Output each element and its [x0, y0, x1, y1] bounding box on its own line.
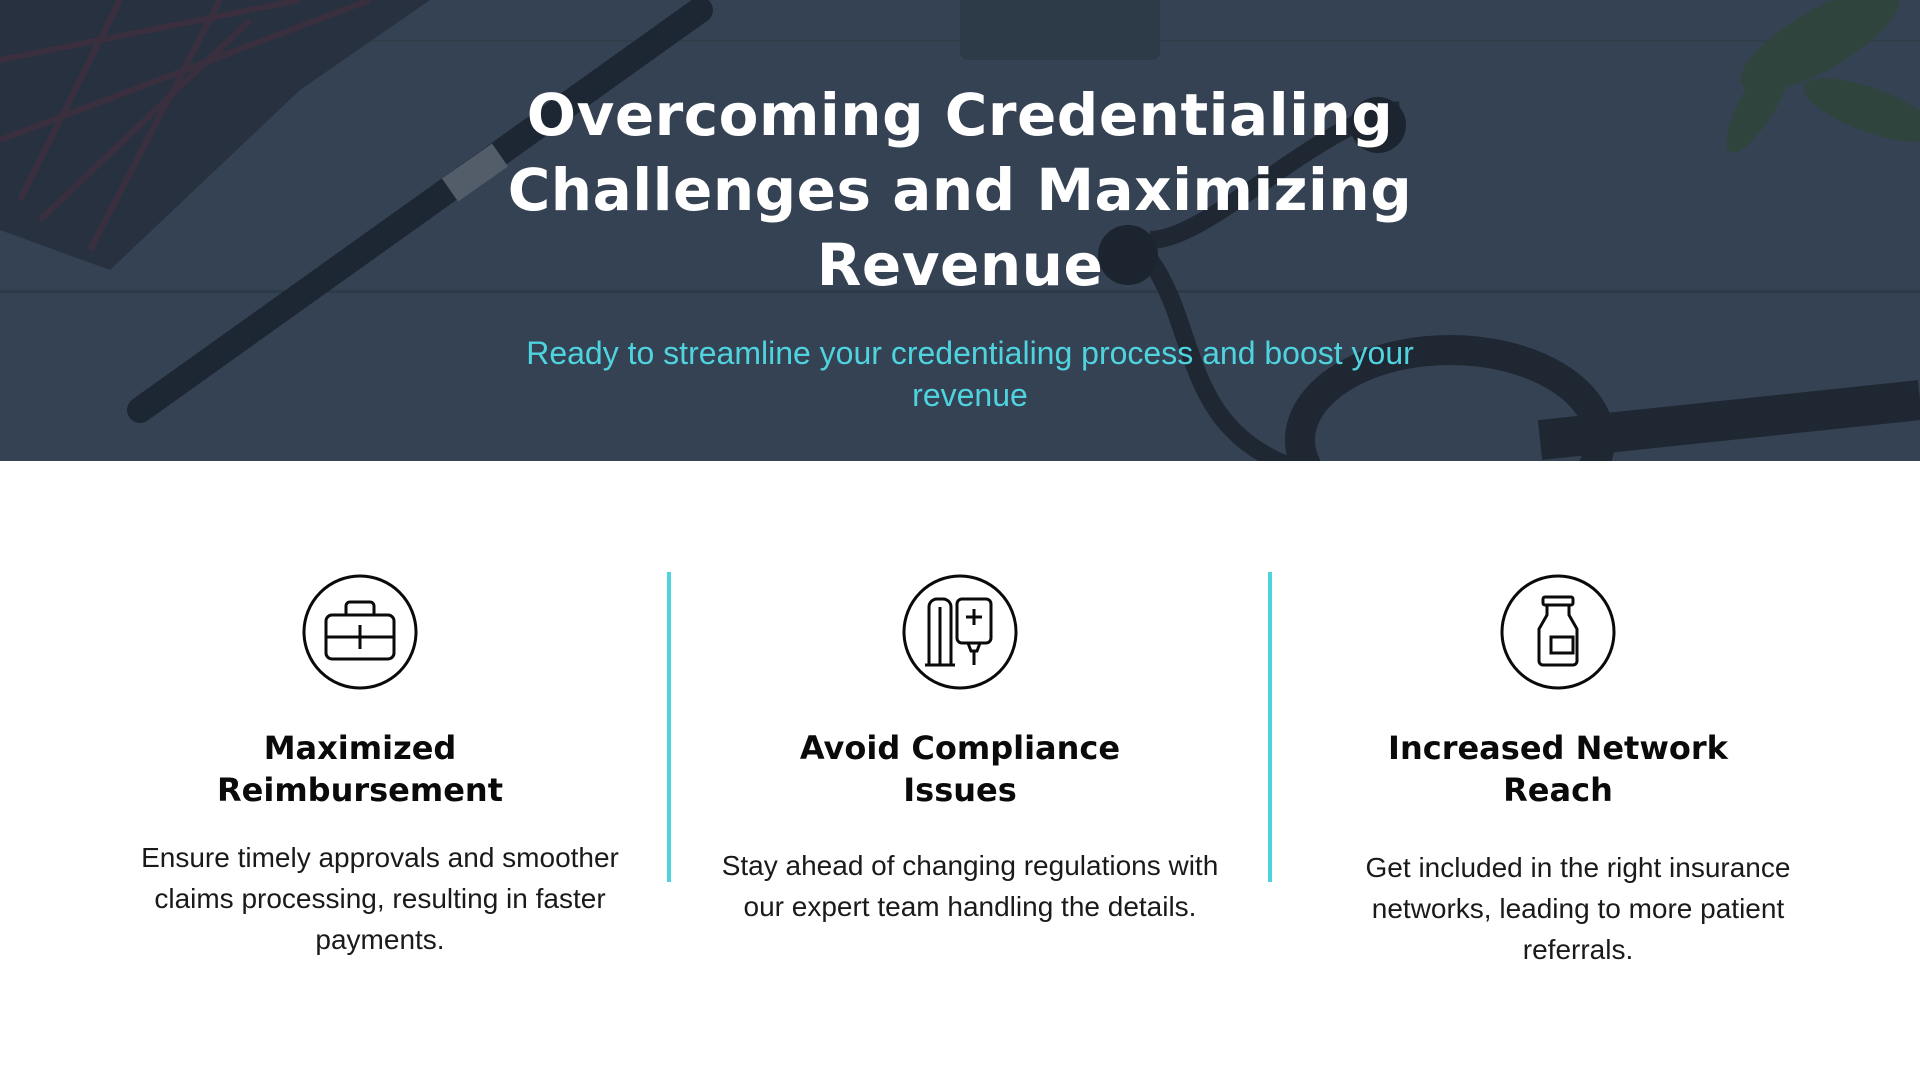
medical-kit-icon	[301, 573, 419, 691]
feature-title: Maximized Reimbursement	[217, 729, 503, 809]
feature-description: Stay ahead of changing regulations with …	[721, 850, 1219, 922]
column-divider	[1268, 572, 1272, 882]
feature-maximized-reimbursement: Maximized Reimbursement Ensure timely ap…	[80, 0, 640, 1080]
feature-title: Increased Network Reach	[1388, 729, 1728, 809]
feature-description: Get included in the right insurance netw…	[1365, 852, 1791, 965]
feature-increased-network-reach: Increased Network Reach Get included in …	[1280, 0, 1840, 1080]
iv-drip-icon	[901, 573, 1019, 691]
feature-description: Ensure timely approvals and smoother cla…	[141, 842, 619, 955]
feature-title: Avoid Compliance Issues	[799, 729, 1121, 809]
column-divider	[667, 572, 671, 882]
medicine-bottle-icon	[1499, 573, 1617, 691]
feature-avoid-compliance-issues: Avoid Compliance Issues Stay ahead of ch…	[680, 0, 1240, 1080]
